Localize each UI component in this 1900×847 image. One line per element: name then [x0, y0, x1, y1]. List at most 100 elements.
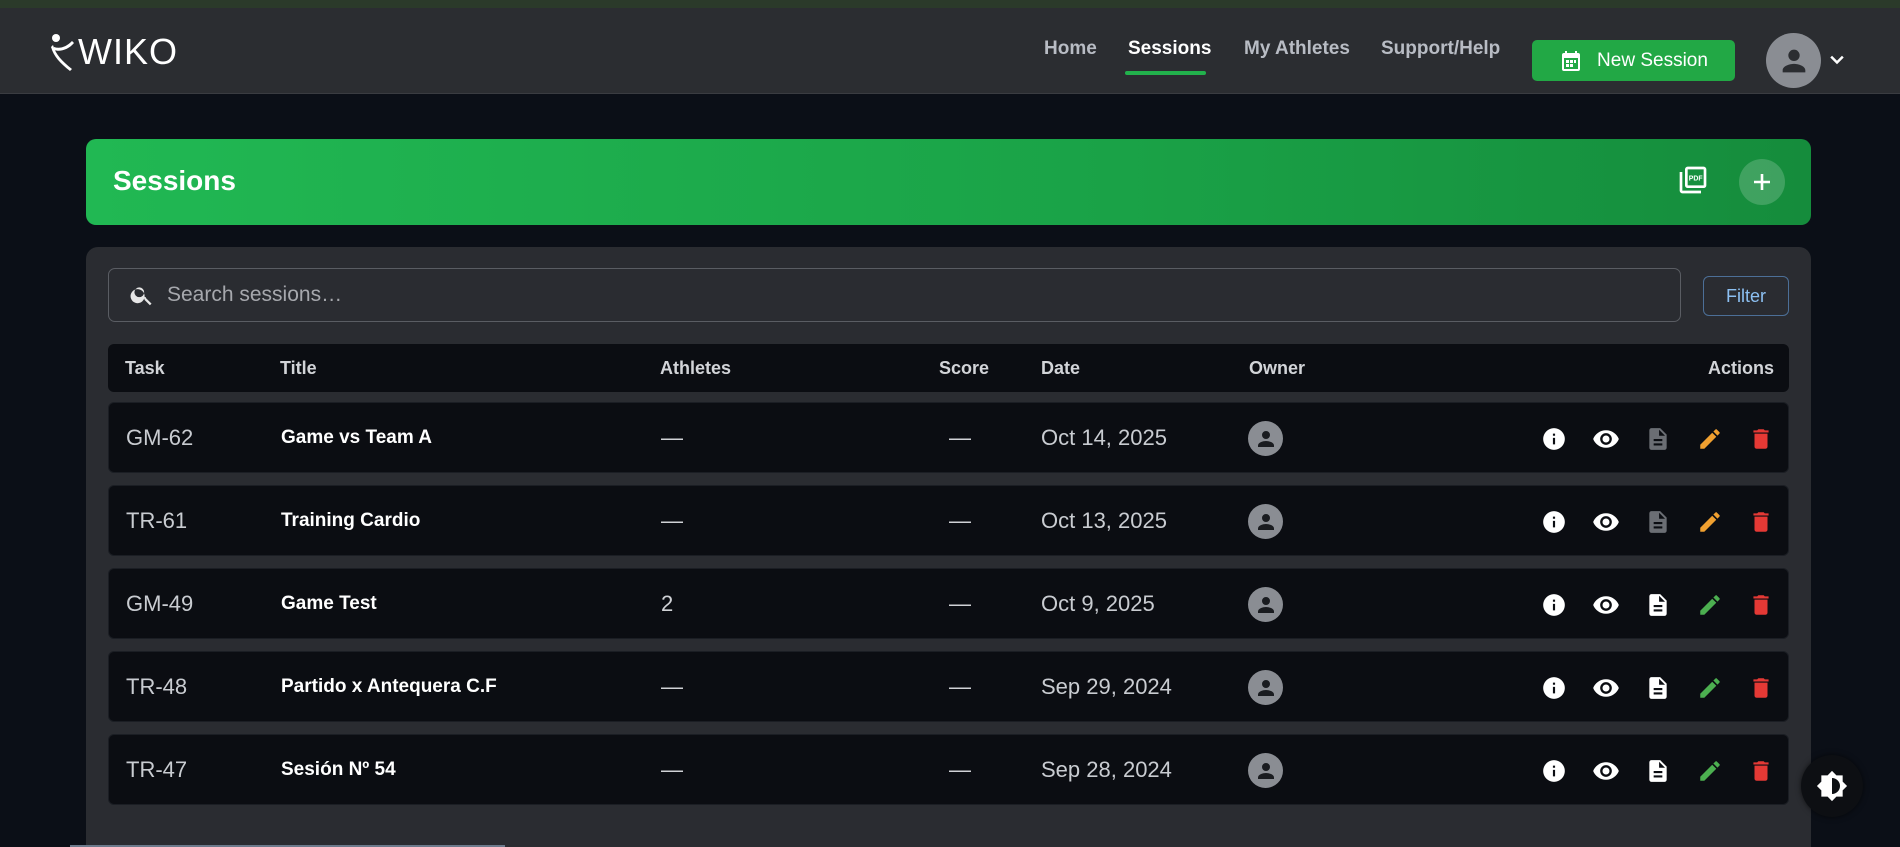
brand-name: WIKO: [78, 31, 178, 72]
filter-button[interactable]: Filter: [1703, 276, 1789, 316]
sessions-banner: Sessions PDF: [86, 139, 1811, 225]
person-icon: [1254, 510, 1278, 534]
edit-pencil-icon[interactable]: [1696, 591, 1724, 619]
session-date: Sep 28, 2024: [1041, 757, 1172, 782]
score-value: —: [949, 425, 971, 450]
sessions-panel: Filter Task Title Athletes Score Date Ow…: [86, 247, 1811, 847]
header-actions: Actions: [1708, 358, 1775, 378]
header-score[interactable]: Score: [939, 358, 989, 379]
add-session-button[interactable]: [1739, 159, 1785, 205]
notes-document-icon: [1644, 508, 1672, 536]
theme-toggle-button[interactable]: [1801, 755, 1863, 817]
delete-trash-icon[interactable]: [1747, 508, 1775, 536]
athletes-count: —: [661, 674, 683, 699]
header-athletes[interactable]: Athletes: [660, 358, 731, 379]
delete-trash-icon[interactable]: [1747, 674, 1775, 702]
info-icon[interactable]: [1540, 508, 1568, 536]
plus-icon: [1754, 174, 1770, 190]
session-title[interactable]: Game Test: [281, 593, 377, 615]
person-icon: [1254, 759, 1278, 783]
search-input[interactable]: [167, 283, 1567, 307]
edit-pencil-icon[interactable]: [1696, 674, 1724, 702]
edit-pencil-icon[interactable]: [1696, 757, 1724, 785]
owner-avatar[interactable]: [1248, 753, 1283, 788]
session-title[interactable]: Partido x Antequera C.F: [281, 676, 497, 698]
nav-active-indicator: [1125, 71, 1206, 75]
export-pdf-button[interactable]: PDF: [1673, 160, 1713, 200]
svg-text:PDF: PDF: [1689, 175, 1703, 182]
view-eye-icon[interactable]: [1592, 425, 1620, 453]
user-avatar-button[interactable]: [1766, 33, 1821, 88]
info-icon[interactable]: [1540, 757, 1568, 785]
header-owner[interactable]: Owner: [1249, 358, 1305, 379]
person-icon: [1782, 49, 1805, 72]
task-id: TR-61: [126, 508, 188, 533]
delete-trash-icon[interactable]: [1747, 425, 1775, 453]
info-icon[interactable]: [1540, 674, 1568, 702]
notes-document-icon: [1644, 425, 1672, 453]
task-id: GM-62: [126, 425, 194, 450]
session-title[interactable]: Training Cardio: [281, 510, 420, 532]
table-row[interactable]: TR-48 Partido x Antequera C.F — — Sep 29, 20…: [108, 651, 1789, 722]
table-row[interactable]: TR-61 Training Cardio — — Oct 13, 2025: [108, 485, 1789, 556]
nav-support-help[interactable]: Support/Help: [1381, 38, 1500, 60]
new-session-button[interactable]: New Session: [1532, 40, 1735, 81]
owner-avatar[interactable]: [1248, 587, 1283, 622]
session-date: Sep 29, 2024: [1041, 674, 1172, 699]
session-title[interactable]: Sesión Nº 54: [281, 759, 396, 781]
brightness-icon: [1816, 770, 1848, 802]
nav-home[interactable]: Home: [1044, 38, 1097, 60]
view-eye-icon[interactable]: [1592, 674, 1620, 702]
view-eye-icon[interactable]: [1592, 591, 1620, 619]
owner-avatar[interactable]: [1248, 421, 1283, 456]
runner-logo-icon: [51, 34, 74, 71]
task-id: TR-48: [126, 674, 188, 699]
owner-avatar[interactable]: [1248, 504, 1283, 539]
athletes-count: —: [661, 508, 683, 533]
edit-pencil-icon[interactable]: [1696, 425, 1724, 453]
brand-logo[interactable]: WIKO: [50, 31, 178, 72]
search-icon: [129, 282, 155, 308]
nav-sessions[interactable]: Sessions: [1128, 38, 1211, 60]
table-row[interactable]: TR-47 Sesión Nº 54 — — Sep 28, 2024: [108, 734, 1789, 805]
athletes-count: —: [661, 425, 683, 450]
table-row[interactable]: GM-49 Game Test 2 — Oct 9, 2025: [108, 568, 1789, 639]
session-date: Oct 9, 2025: [1041, 591, 1155, 616]
top-accent-bar: [0, 0, 1900, 8]
notes-document-icon[interactable]: [1644, 757, 1672, 785]
delete-trash-icon[interactable]: [1747, 591, 1775, 619]
navbar: WIKO Home Sessions My Athletes Support/H…: [0, 8, 1900, 94]
table-row[interactable]: GM-62 Game vs Team A — — Oct 14, 2025: [108, 402, 1789, 473]
chevron-down-icon[interactable]: [1827, 50, 1847, 75]
score-value: —: [949, 674, 971, 699]
pdf-icon: PDF: [1679, 166, 1707, 194]
session-title[interactable]: Game vs Team A: [281, 427, 432, 449]
notes-document-icon[interactable]: [1644, 591, 1672, 619]
score-value: —: [949, 757, 971, 782]
page-title: Sessions: [113, 165, 236, 196]
owner-avatar[interactable]: [1248, 670, 1283, 705]
search-box[interactable]: [108, 268, 1681, 322]
info-icon[interactable]: [1540, 425, 1568, 453]
task-id: TR-47: [126, 757, 188, 782]
person-icon: [1254, 593, 1278, 617]
header-task[interactable]: Task: [125, 358, 165, 379]
task-id: GM-49: [126, 591, 194, 616]
nav-my-athletes[interactable]: My Athletes: [1244, 38, 1350, 60]
view-eye-icon[interactable]: [1592, 757, 1620, 785]
edit-pencil-icon[interactable]: [1696, 508, 1724, 536]
score-value: —: [949, 508, 971, 533]
athletes-count: —: [661, 757, 683, 782]
calendar-icon: [1559, 49, 1583, 73]
session-date: Oct 14, 2025: [1041, 425, 1167, 450]
delete-trash-icon[interactable]: [1747, 757, 1775, 785]
person-icon: [1254, 676, 1278, 700]
session-date: Oct 13, 2025: [1041, 508, 1167, 533]
notes-document-icon[interactable]: [1644, 674, 1672, 702]
view-eye-icon[interactable]: [1592, 508, 1620, 536]
new-session-label: New Session: [1597, 49, 1708, 71]
info-icon[interactable]: [1540, 591, 1568, 619]
table-header: Task Title Athletes Score Date Owner Act…: [108, 344, 1789, 392]
header-title[interactable]: Title: [280, 358, 317, 379]
header-date[interactable]: Date: [1041, 358, 1080, 379]
